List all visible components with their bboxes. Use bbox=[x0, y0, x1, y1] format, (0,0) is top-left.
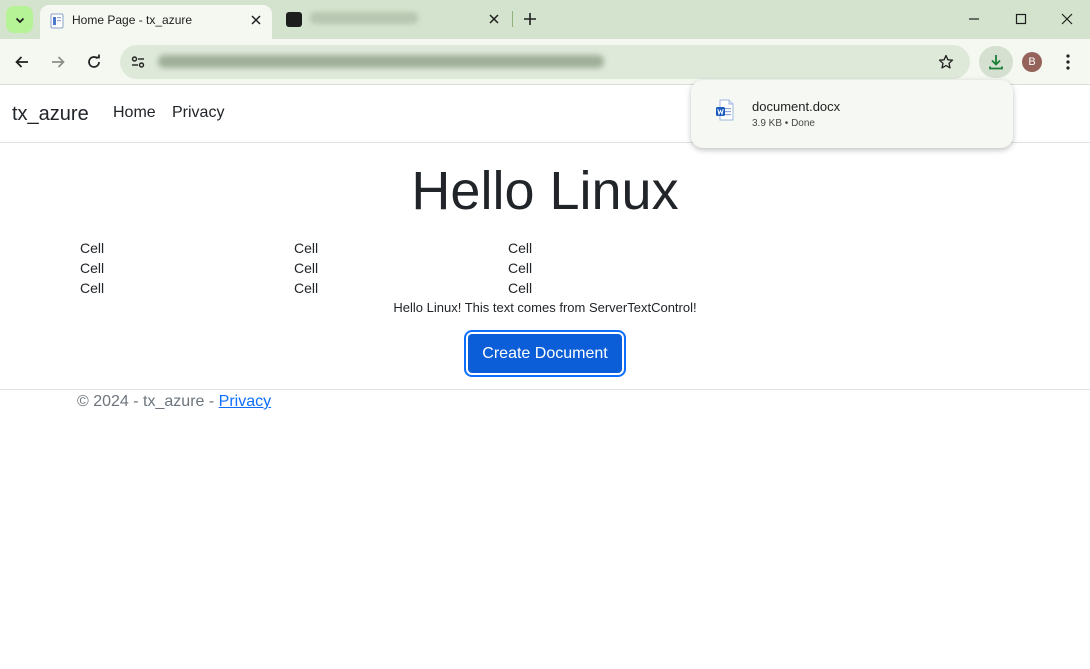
tab-title: Home Page - tx_azure bbox=[72, 13, 193, 27]
downloads-button[interactable] bbox=[979, 46, 1013, 78]
footer-privacy-link[interactable]: Privacy bbox=[219, 393, 271, 410]
terminal-icon bbox=[286, 12, 302, 27]
close-window-icon[interactable] bbox=[1057, 9, 1077, 29]
table-cell: Cell bbox=[80, 260, 105, 276]
close-tab-icon[interactable] bbox=[247, 11, 265, 29]
browser-toolbar: B bbox=[0, 39, 1090, 85]
download-icon bbox=[989, 55, 1003, 70]
new-tab-icon[interactable] bbox=[520, 9, 540, 29]
download-bubble: document.docx 3.9 KB • Done bbox=[691, 80, 1013, 148]
tab-divider bbox=[512, 11, 513, 27]
table-cell: Cell bbox=[80, 240, 105, 256]
table-cell: Cell bbox=[294, 260, 319, 276]
create-document-button[interactable]: Create Document bbox=[466, 332, 624, 375]
footer-divider bbox=[0, 389, 1090, 390]
site-footer: © 2024 - tx_azure - Privacy bbox=[77, 393, 271, 411]
tab-strip: Home Page - tx_azure bbox=[0, 0, 1090, 39]
page-heading: Hello Linux bbox=[411, 161, 679, 221]
footer-copyright: © 2024 - tx_azure - bbox=[77, 393, 219, 410]
tab-home-page[interactable]: Home Page - tx_azure bbox=[40, 5, 272, 39]
download-file-name[interactable]: document.docx bbox=[752, 99, 840, 114]
url-text-redacted bbox=[158, 55, 604, 68]
word-document-icon bbox=[716, 99, 734, 121]
tab-search-button[interactable] bbox=[6, 6, 33, 33]
table-cell: Cell bbox=[508, 260, 533, 276]
nav-link-home[interactable]: Home bbox=[113, 104, 156, 122]
table-cell: Cell bbox=[294, 280, 319, 296]
page-favicon-icon bbox=[50, 13, 64, 29]
minimize-icon[interactable] bbox=[964, 9, 984, 29]
site-brand[interactable]: tx_azure bbox=[12, 103, 89, 126]
table-cell: Cell bbox=[508, 280, 533, 296]
reload-icon[interactable] bbox=[83, 51, 105, 73]
back-arrow-icon[interactable] bbox=[11, 51, 33, 73]
profile-avatar[interactable]: B bbox=[1022, 52, 1042, 72]
table-cell: Cell bbox=[294, 240, 319, 256]
site-settings-icon[interactable] bbox=[128, 52, 148, 72]
server-text-output: Hello Linux! This text comes from Server… bbox=[393, 300, 697, 315]
browser-menu-icon[interactable] bbox=[1058, 51, 1078, 73]
table-cell: Cell bbox=[508, 240, 533, 256]
forward-arrow-icon[interactable] bbox=[47, 51, 69, 73]
bookmark-star-icon[interactable] bbox=[936, 52, 956, 72]
tab-ssh-session[interactable] bbox=[280, 5, 510, 35]
nav-link-privacy[interactable]: Privacy bbox=[172, 104, 224, 122]
address-bar[interactable] bbox=[120, 45, 970, 79]
close-tab-icon[interactable] bbox=[485, 10, 503, 28]
tab-title-redacted bbox=[310, 12, 418, 24]
chevron-down-icon bbox=[15, 17, 24, 23]
table-cell: Cell bbox=[80, 280, 105, 296]
maximize-icon[interactable] bbox=[1011, 9, 1031, 29]
download-status: 3.9 KB • Done bbox=[752, 118, 815, 129]
